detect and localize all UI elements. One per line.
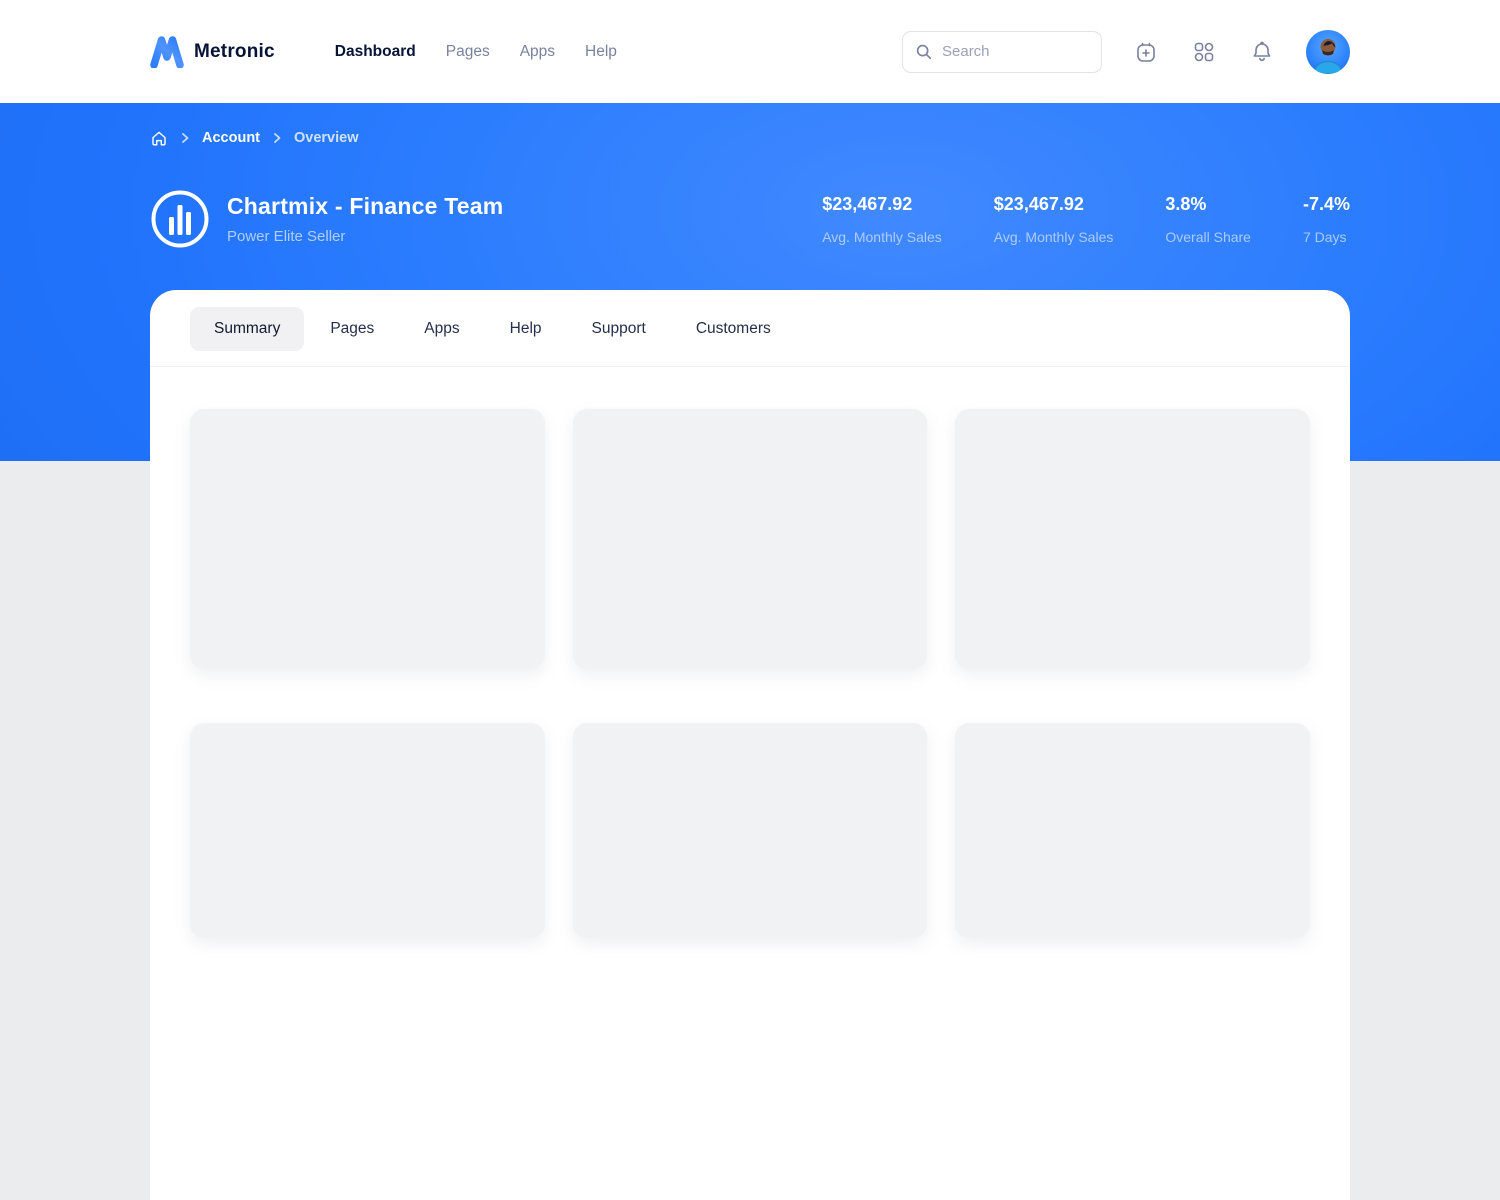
tab-customers[interactable]: Customers [672,307,795,351]
placeholder-card [955,723,1310,938]
placeholder-card [573,409,928,669]
stat-value: $23,467.92 [994,194,1114,215]
tab-summary[interactable]: Summary [190,307,304,351]
tab-apps[interactable]: Apps [400,307,483,351]
home-icon[interactable] [150,129,168,147]
placeholder-card [190,409,545,669]
avatar[interactable] [1306,30,1350,74]
nav-item-dashboard[interactable]: Dashboard [335,35,416,69]
top-header: Metronic Dashboard Pages Apps Help [0,0,1500,103]
profile: Chartmix - Finance Team Power Elite Sell… [150,189,503,249]
placeholder-row-top [190,409,1310,669]
bell-icon[interactable] [1248,38,1276,66]
tab-support[interactable]: Support [568,307,670,351]
brand-name: Metronic [194,41,275,63]
stat-overall-share: 3.8% Overall Share [1165,194,1251,245]
placeholder-card [573,723,928,938]
summary-content [150,367,1350,978]
stat-label: 7 Days [1303,229,1350,245]
stat-label: Overall Share [1165,229,1251,245]
stat-7-days: -7.4% 7 Days [1303,194,1350,245]
stat-avg-monthly-sales-1: $23,467.92 Avg. Monthly Sales [822,194,942,245]
metronic-logo-icon [150,36,184,68]
stat-label: Avg. Monthly Sales [994,229,1114,245]
profile-meta: Chartmix - Finance Team Power Elite Sell… [227,193,503,245]
nav-item-apps[interactable]: Apps [520,35,555,69]
page-title: Chartmix - Finance Team [227,193,503,220]
tab-bar: Summary Pages Apps Help Support Customer… [150,290,1350,367]
hero-stats: $23,467.92 Avg. Monthly Sales $23,467.92… [822,194,1350,245]
search-icon [915,43,933,61]
stat-value: 3.8% [1165,194,1251,215]
placeholder-row-bottom [190,723,1310,938]
chevron-right-icon [271,132,283,144]
brand-logo[interactable]: Metronic [150,36,275,68]
breadcrumb-account[interactable]: Account [202,130,260,146]
breadcrumb-overview: Overview [294,130,359,146]
header-actions [902,30,1350,74]
tab-pages[interactable]: Pages [306,307,398,351]
breadcrumb: Account Overview [150,129,1350,147]
search-input[interactable] [942,43,1089,60]
top-navigation: Dashboard Pages Apps Help [335,35,617,69]
search-box [902,31,1102,73]
stat-avg-monthly-sales-2: $23,467.92 Avg. Monthly Sales [994,194,1114,245]
calendar-add-icon[interactable] [1132,38,1160,66]
placeholder-card [955,409,1310,669]
profile-header: Chartmix - Finance Team Power Elite Sell… [150,189,1350,249]
stat-label: Avg. Monthly Sales [822,229,942,245]
main-card: Summary Pages Apps Help Support Customer… [150,290,1350,1200]
nav-item-pages[interactable]: Pages [446,35,490,69]
stat-value: -7.4% [1303,194,1350,215]
tab-help[interactable]: Help [486,307,566,351]
nav-item-help[interactable]: Help [585,35,617,69]
stat-value: $23,467.92 [822,194,942,215]
profile-subtitle: Power Elite Seller [227,228,503,245]
company-chart-icon [150,189,210,249]
placeholder-card [190,723,545,938]
chevron-right-icon [179,132,191,144]
apps-grid-icon[interactable] [1190,38,1218,66]
